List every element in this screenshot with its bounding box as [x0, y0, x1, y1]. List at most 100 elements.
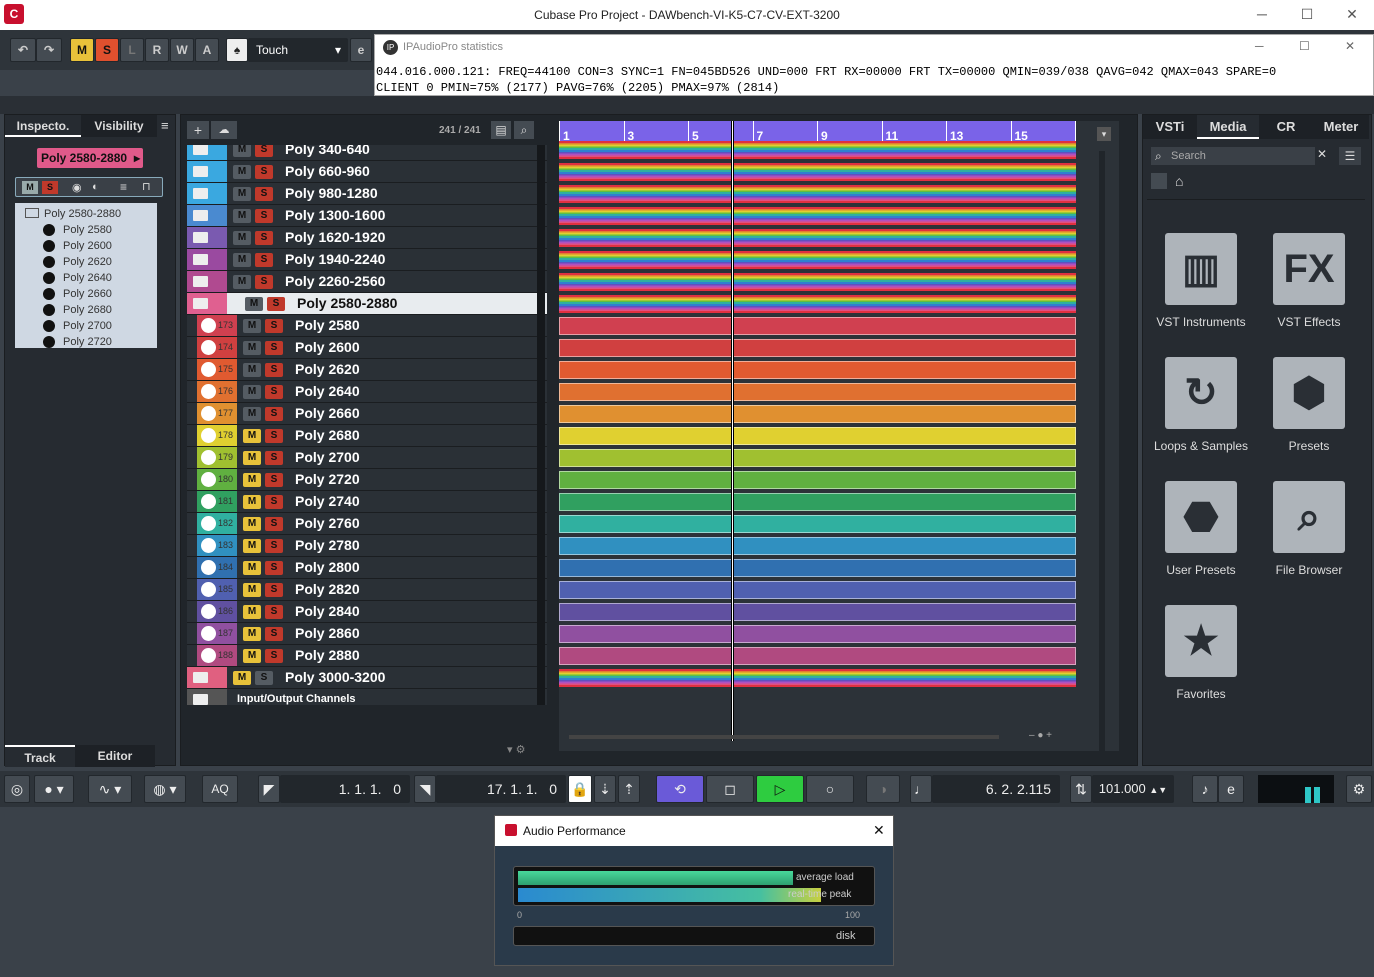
midi-event[interactable]: [559, 669, 1076, 687]
track-solo-button[interactable]: S: [255, 187, 273, 201]
track-solo-button[interactable]: S: [255, 209, 273, 223]
track-mute-button[interactable]: M: [243, 385, 261, 399]
tab-track[interactable]: Track: [5, 745, 75, 767]
record-button[interactable]: ○: [806, 775, 854, 803]
write-automation-button[interactable]: W: [170, 38, 194, 62]
tab-inspector[interactable]: Inspecto.: [5, 115, 81, 137]
perf-close-button[interactable]: ✕: [873, 822, 885, 839]
track-solo-button[interactable]: S: [265, 451, 283, 465]
track-mute-button[interactable]: M: [233, 187, 251, 201]
tab-visibility[interactable]: Visibility: [81, 115, 157, 137]
track-solo-button[interactable]: S: [265, 385, 283, 399]
zoom-slider[interactable]: – ● +: [1029, 731, 1099, 741]
track-solo-button[interactable]: S: [255, 275, 273, 289]
auto-quantize-button[interactable]: AQ: [202, 775, 238, 803]
midi-event[interactable]: [559, 405, 1076, 423]
track-row[interactable]: 179 M S Poly 2700: [187, 447, 547, 469]
track-row[interactable]: M S Poly 2580-2880: [187, 293, 547, 315]
midi-event[interactable]: [559, 625, 1076, 643]
track-row[interactable]: 184 M S Poly 2800: [187, 557, 547, 579]
add-track-preset-button[interactable]: ☁: [211, 121, 237, 139]
edit-e-icon[interactable]: e: [350, 38, 372, 62]
midi-event[interactable]: [559, 515, 1076, 533]
midi-event[interactable]: [559, 141, 1076, 159]
inspector-list-item[interactable]: Poly 2580: [43, 224, 153, 240]
media-tile[interactable]: ⌕: [1273, 481, 1345, 553]
track-row[interactable]: 183 M S Poly 2780: [187, 535, 547, 557]
track-row[interactable]: 180 M S Poly 2720: [187, 469, 547, 491]
track-solo-button[interactable]: S: [265, 341, 283, 355]
tracklist-footer-menu-icon[interactable]: ▾ ⚙: [507, 743, 525, 756]
track-solo-button[interactable]: S: [265, 473, 283, 487]
record-mode-button[interactable]: ● ▾: [34, 775, 74, 803]
track-mute-button[interactable]: M: [233, 275, 251, 289]
track-mute-button[interactable]: M: [233, 671, 251, 685]
track-mute-button[interactable]: M: [243, 649, 261, 663]
left-locator-icon[interactable]: ◤: [258, 775, 280, 803]
vertical-zoom-scrollbar[interactable]: [1099, 151, 1105, 751]
right-locator-display[interactable]: 17. 1. 1. 0: [436, 775, 566, 803]
audio-wave-button[interactable]: ∿ ▾: [88, 775, 132, 803]
midi-event[interactable]: [559, 251, 1076, 269]
play-button[interactable]: ▷: [756, 775, 804, 803]
maximize-button[interactable]: ☐: [1297, 6, 1317, 23]
midi-event[interactable]: [559, 537, 1076, 555]
media-tile[interactable]: ⬣: [1165, 481, 1237, 553]
media-tile[interactable]: ⬢: [1273, 357, 1345, 429]
metronome-icon[interactable]: ♪: [1192, 775, 1218, 803]
midi-event[interactable]: [559, 581, 1076, 599]
track-mute-button[interactable]: M: [243, 363, 261, 377]
record-enable-icon[interactable]: ◉: [72, 181, 82, 194]
midi-event[interactable]: [559, 339, 1076, 357]
read-automation-button[interactable]: R: [145, 38, 169, 62]
track-row[interactable]: 177 M S Poly 2660: [187, 403, 547, 425]
media-tile[interactable]: ▥: [1165, 233, 1237, 305]
tab-media[interactable]: Media: [1197, 115, 1259, 139]
track-mute-button[interactable]: M: [243, 495, 261, 509]
media-tile[interactable]: ★: [1165, 605, 1237, 677]
track-row[interactable]: M S Poly 340-640: [187, 145, 547, 161]
track-row[interactable]: 187 M S Poly 2860: [187, 623, 547, 645]
search-icon[interactable]: ⌕: [514, 121, 534, 139]
midi-event[interactable]: [559, 163, 1076, 181]
track-mute-button[interactable]: M: [243, 473, 261, 487]
track-solo-button[interactable]: S: [265, 605, 283, 619]
track-mute-button[interactable]: M: [243, 583, 261, 597]
track-solo-button[interactable]: S: [265, 319, 283, 333]
track-mute-button[interactable]: M: [233, 231, 251, 245]
time-format-icon[interactable]: ♩: [910, 775, 932, 803]
track-row[interactable]: 175 M S Poly 2620: [187, 359, 547, 381]
track-visibility-icon[interactable]: ▤: [491, 121, 511, 139]
track-solo-button[interactable]: S: [255, 253, 273, 267]
track-row[interactable]: M S Poly 980-1280: [187, 183, 547, 205]
track-solo-button[interactable]: S: [255, 145, 273, 157]
track-row[interactable]: M S Poly 1620-1920: [187, 227, 547, 249]
track-row[interactable]: M S Poly 1300-1600: [187, 205, 547, 227]
cycle-button[interactable]: ⟲: [656, 775, 704, 803]
track-mute-button[interactable]: M: [245, 297, 263, 311]
midi-event[interactable]: [559, 647, 1076, 665]
ipaudio-minimize-button[interactable]: ─: [1255, 39, 1264, 53]
track-mute-button[interactable]: M: [243, 539, 261, 553]
clear-search-icon[interactable]: ✕: [1317, 147, 1327, 161]
track-solo-button[interactable]: S: [265, 561, 283, 575]
track-solo-button[interactable]: S: [265, 407, 283, 421]
track-solo-button[interactable]: S: [265, 363, 283, 377]
transport-settings-icon[interactable]: ◎: [4, 775, 30, 803]
ipaudio-maximize-button[interactable]: ☐: [1299, 39, 1310, 53]
midi-event[interactable]: [559, 449, 1076, 467]
back-button[interactable]: [1151, 173, 1167, 189]
track-solo-button[interactable]: S: [255, 231, 273, 245]
tempo-track-icon[interactable]: ⇅: [1070, 775, 1092, 803]
stop-button[interactable]: ◻: [706, 775, 754, 803]
midi-event[interactable]: [559, 273, 1076, 291]
inspector-list-item[interactable]: Poly 2620: [43, 256, 153, 272]
track-solo-button[interactable]: S: [255, 671, 273, 685]
track-row[interactable]: 188 M S Poly 2880: [187, 645, 547, 667]
inspector-list-item[interactable]: Poly 2700: [43, 320, 153, 336]
home-icon[interactable]: ⌂: [1175, 173, 1183, 189]
track-mute-button[interactable]: M: [233, 145, 251, 157]
midi-event[interactable]: [559, 471, 1076, 489]
inspector-track-name[interactable]: Poly 2580-2880 ▸: [37, 148, 143, 168]
click-settings-icon[interactable]: e: [1218, 775, 1244, 803]
